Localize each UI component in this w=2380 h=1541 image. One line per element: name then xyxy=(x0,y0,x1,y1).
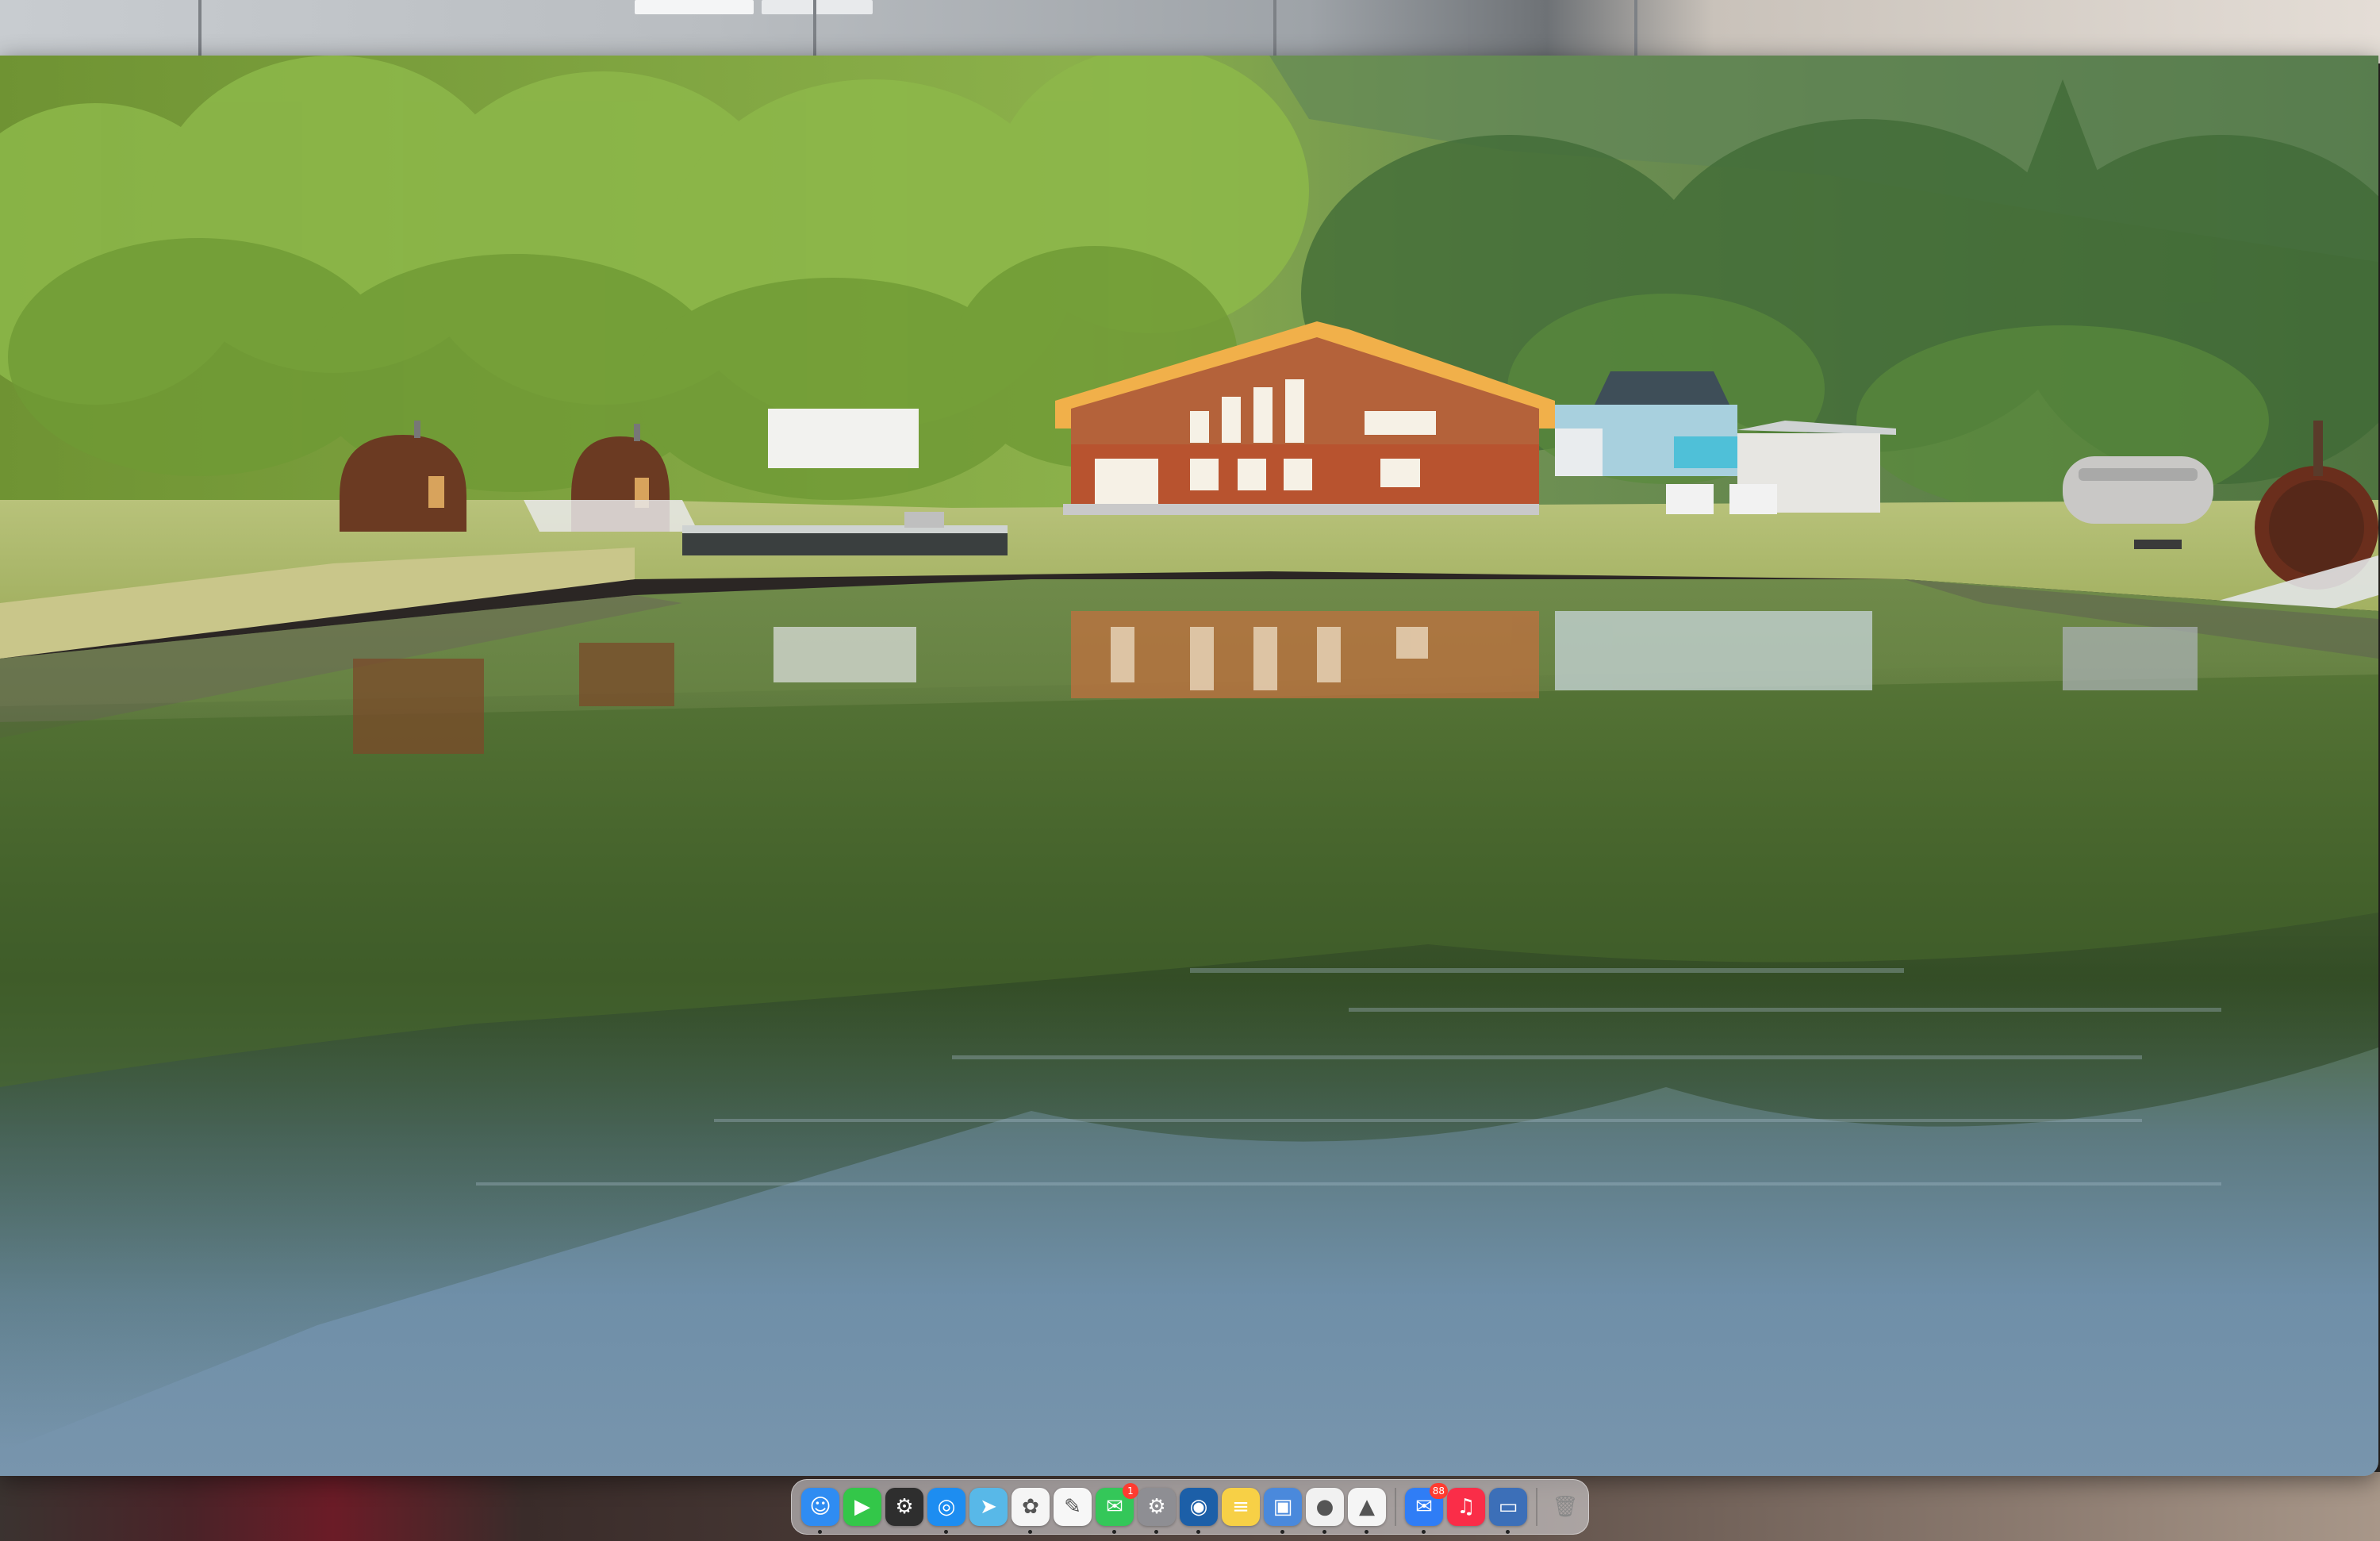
desktop: ☺ ▶ ⚙ ◎ ➤ ✿ ✎ ✉ 1 ⚙ ◉ ≡ ▣ ● ▲ ✉ 88 ♫ ▭ 🗑 xyxy=(0,0,2380,1541)
notification-badge: 1 xyxy=(1123,1483,1138,1499)
running-indicator xyxy=(1154,1530,1158,1534)
drive-icon[interactable]: ▲ xyxy=(1348,1488,1386,1534)
running-indicator xyxy=(1422,1530,1426,1534)
maps-icon[interactable]: ➤ xyxy=(969,1488,1008,1526)
system-settings-icon[interactable]: ⚙ xyxy=(1138,1488,1176,1534)
music-icon[interactable]: ♫ xyxy=(1447,1488,1485,1526)
running-indicator xyxy=(1028,1530,1032,1534)
running-indicator xyxy=(818,1530,822,1534)
remote-desktop-icon[interactable]: ▭ xyxy=(1489,1488,1527,1534)
notes-icon[interactable]: ≡ xyxy=(1222,1488,1260,1526)
preview-icon[interactable]: ▣ xyxy=(1264,1488,1302,1534)
photos-icon[interactable]: ✿ xyxy=(1012,1488,1050,1534)
notification-badge: 88 xyxy=(1429,1483,1448,1499)
running-indicator xyxy=(944,1530,948,1534)
lake-photo xyxy=(0,56,2378,1476)
running-indicator xyxy=(1365,1530,1368,1534)
mail-icon[interactable]: ✉ 88 xyxy=(1405,1483,1448,1534)
running-indicator xyxy=(1322,1530,1326,1534)
running-indicator xyxy=(1196,1530,1200,1534)
safari-icon[interactable]: ◎ xyxy=(927,1488,965,1534)
chrome-icon[interactable]: ● xyxy=(1306,1488,1344,1534)
dock-separator xyxy=(1536,1488,1537,1526)
finder-icon[interactable]: ☺ xyxy=(801,1488,839,1534)
dock: ☺ ▶ ⚙ ◎ ➤ ✿ ✎ ✉ 1 ⚙ ◉ ≡ ▣ ● ▲ ✉ 88 ♫ ▭ 🗑 xyxy=(791,1479,1589,1535)
dock-separator xyxy=(1395,1488,1396,1526)
running-indicator xyxy=(1112,1530,1116,1534)
messages-icon[interactable]: ✉ 1 xyxy=(1096,1483,1138,1534)
pages-icon[interactable]: ✎ xyxy=(1054,1488,1092,1526)
trash-icon[interactable]: 🗑 xyxy=(1546,1488,1584,1526)
running-indicator xyxy=(1280,1530,1284,1534)
photo-window[interactable] xyxy=(0,56,2378,1476)
running-indicator xyxy=(1506,1530,1510,1534)
launchpad-icon[interactable]: ⚙ xyxy=(885,1488,923,1526)
quicktime-icon[interactable]: ◉ xyxy=(1180,1488,1218,1534)
facetime-icon[interactable]: ▶ xyxy=(843,1488,881,1526)
wallpaper-top xyxy=(0,0,2380,63)
